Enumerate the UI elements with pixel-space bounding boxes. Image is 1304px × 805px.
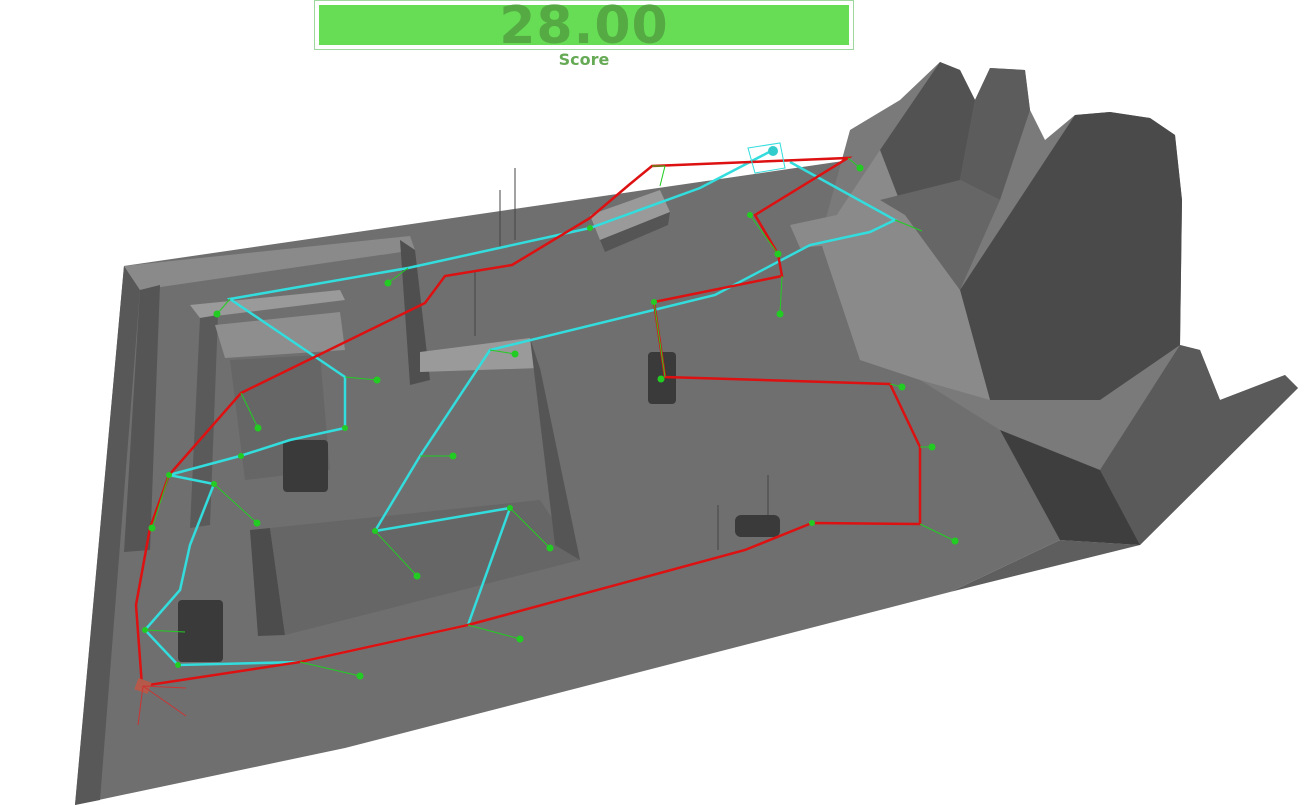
simulation-viewport[interactable] xyxy=(0,0,1304,805)
goal-marker xyxy=(747,142,786,174)
score-value: 28.00 xyxy=(499,0,669,56)
score-label: Score xyxy=(558,50,610,69)
score-bar: 28.00 xyxy=(314,0,854,55)
